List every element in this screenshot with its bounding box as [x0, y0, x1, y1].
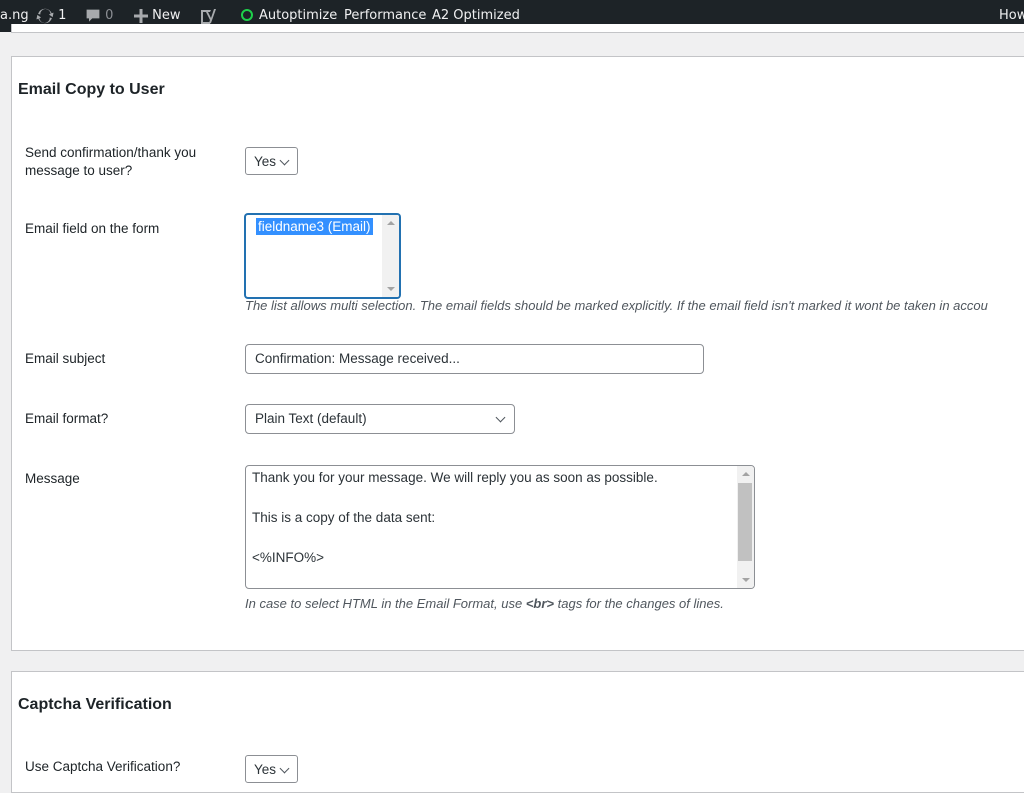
listbox-option-selected[interactable]: fieldname3 (Email): [256, 218, 373, 235]
captcha-section: Captcha Verification Use Captcha Verific…: [11, 671, 1024, 793]
email-copy-section: Email Copy to User Send confirmation/tha…: [11, 56, 1024, 651]
comments-count: 0: [105, 8, 114, 23]
plus-icon: [134, 8, 148, 23]
scroll-down-icon[interactable]: [742, 578, 750, 582]
section-title: Captcha Verification: [18, 696, 172, 713]
email-format-select[interactable]: Plain Text (default): [245, 404, 515, 434]
new-label: New: [152, 8, 181, 23]
section-title: Email Copy to User: [18, 81, 165, 98]
message-label: Message: [25, 471, 80, 486]
send-confirmation-select[interactable]: Yes: [245, 147, 298, 175]
previous-section-box: [11, 24, 1024, 33]
message-textarea[interactable]: Thank you for your message. We will repl…: [245, 465, 755, 589]
message-hint: In case to select HTML in the Email Form…: [245, 596, 724, 611]
use-captcha-label: Use Captcha Verification?: [25, 759, 181, 774]
status-circle-icon: [241, 8, 253, 21]
email-format-label: Email format?: [25, 411, 109, 426]
updates-icon: [36, 8, 54, 23]
comment-icon: [86, 9, 100, 22]
scroll-up-icon[interactable]: [742, 472, 750, 476]
email-field-label: Email field on the form: [25, 221, 160, 236]
yoast-icon: [201, 8, 216, 24]
email-format-value: Plain Text (default): [255, 411, 367, 426]
autoptimize-label: Autoptimize: [259, 8, 338, 23]
email-subject-input[interactable]: Confirmation: Message received...: [245, 344, 704, 374]
updates-count: 1: [58, 8, 67, 23]
message-line: Thank you for your message. We will repl…: [252, 470, 658, 485]
chevron-down-icon: [495, 412, 506, 423]
hint-text: In case to select HTML in the Email Form…: [245, 596, 526, 611]
use-captcha-value: Yes: [254, 762, 277, 777]
scroll-up-icon[interactable]: [387, 221, 395, 225]
hint-code: <br>: [525, 596, 555, 611]
listbox-scrollbar[interactable]: [382, 215, 399, 297]
use-captcha-select[interactable]: Yes: [245, 755, 298, 783]
email-field-hint: The list allows multi selection. The ema…: [245, 298, 988, 313]
email-field-listbox[interactable]: fieldname3 (Email): [245, 214, 400, 298]
scrollbar-thumb[interactable]: [738, 483, 752, 561]
message-line: This is a copy of the data sent:: [252, 510, 436, 525]
hint-text: tags for the changes of lines.: [554, 596, 724, 611]
chevron-down-icon: [279, 763, 290, 774]
email-subject-label: Email subject: [25, 351, 106, 366]
send-confirmation-label: Send confirmation/thank you message to u…: [25, 145, 197, 178]
send-confirmation-value: Yes: [254, 154, 277, 169]
chevron-down-icon: [279, 155, 290, 166]
textarea-scrollbar[interactable]: [737, 466, 754, 588]
scroll-down-icon[interactable]: [387, 287, 395, 291]
message-line: <%INFO%>: [252, 550, 325, 565]
